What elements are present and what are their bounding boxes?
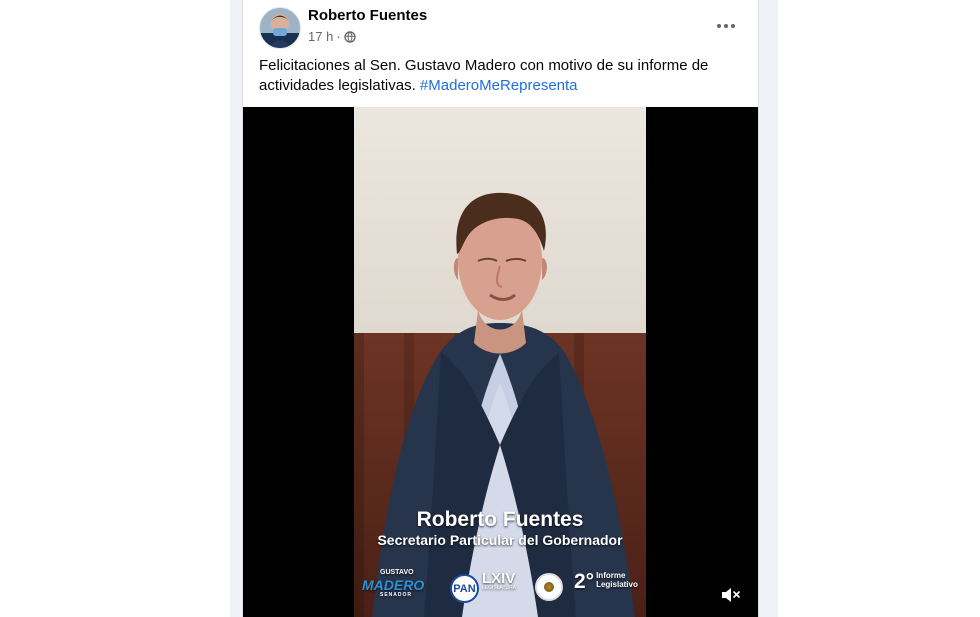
muted-volume-icon[interactable] xyxy=(718,583,744,607)
video-caption-name: Roberto Fuentes xyxy=(416,508,584,531)
madero-logo-top: GUSTAVO xyxy=(380,569,414,576)
hashtag-link[interactable]: #MaderoMeRepresenta xyxy=(420,77,578,94)
avatar-image xyxy=(260,8,300,48)
informe-logo-line-2: Legislativo xyxy=(596,580,638,589)
lxiv-legislatura-logo: LXIV LEGISLATURA xyxy=(482,571,524,602)
more-dot xyxy=(731,24,735,28)
post-video[interactable]: Roberto Fuentes Secretario Particular de… xyxy=(243,107,758,617)
gustavo-madero-logo: GUSTAVO MADERO SENADOR xyxy=(362,569,440,607)
more-dot xyxy=(724,24,728,28)
lxiv-logo-small: LEGISLATURA xyxy=(482,585,517,591)
informe-legislativo-logo: 2° Informe Legislativo xyxy=(574,571,638,603)
video-caption-role: Secretario Particular del Gobernador xyxy=(377,532,623,548)
globe-icon[interactable] xyxy=(343,30,356,43)
informe-logo-number: 2° xyxy=(574,570,595,593)
senate-seal-logo xyxy=(535,573,563,601)
facebook-post: Roberto Fuentes 17 h · Felicitaciones al… xyxy=(242,0,759,617)
more-dot xyxy=(717,24,721,28)
post-message: Felicitaciones al Sen. Gustavo Madero co… xyxy=(259,56,729,96)
pan-logo: PAN xyxy=(450,574,479,603)
madero-logo-bottom: SENADOR xyxy=(380,592,413,598)
post-meta: 17 h · xyxy=(308,29,356,44)
meta-separator: · xyxy=(336,29,341,44)
sponsor-logo-strip: GUSTAVO MADERO SENADOR PAN LXIV LEGISLAT… xyxy=(354,567,646,603)
post-time[interactable]: 17 h xyxy=(308,29,333,44)
video-frame: Roberto Fuentes Secretario Particular de… xyxy=(354,107,646,617)
author-avatar[interactable] xyxy=(259,7,301,49)
informe-logo-line-1: Informe xyxy=(596,571,626,580)
madero-logo-main: MADERO xyxy=(362,577,425,593)
author-name[interactable]: Roberto Fuentes xyxy=(308,7,427,24)
more-options-icon[interactable] xyxy=(712,14,740,38)
